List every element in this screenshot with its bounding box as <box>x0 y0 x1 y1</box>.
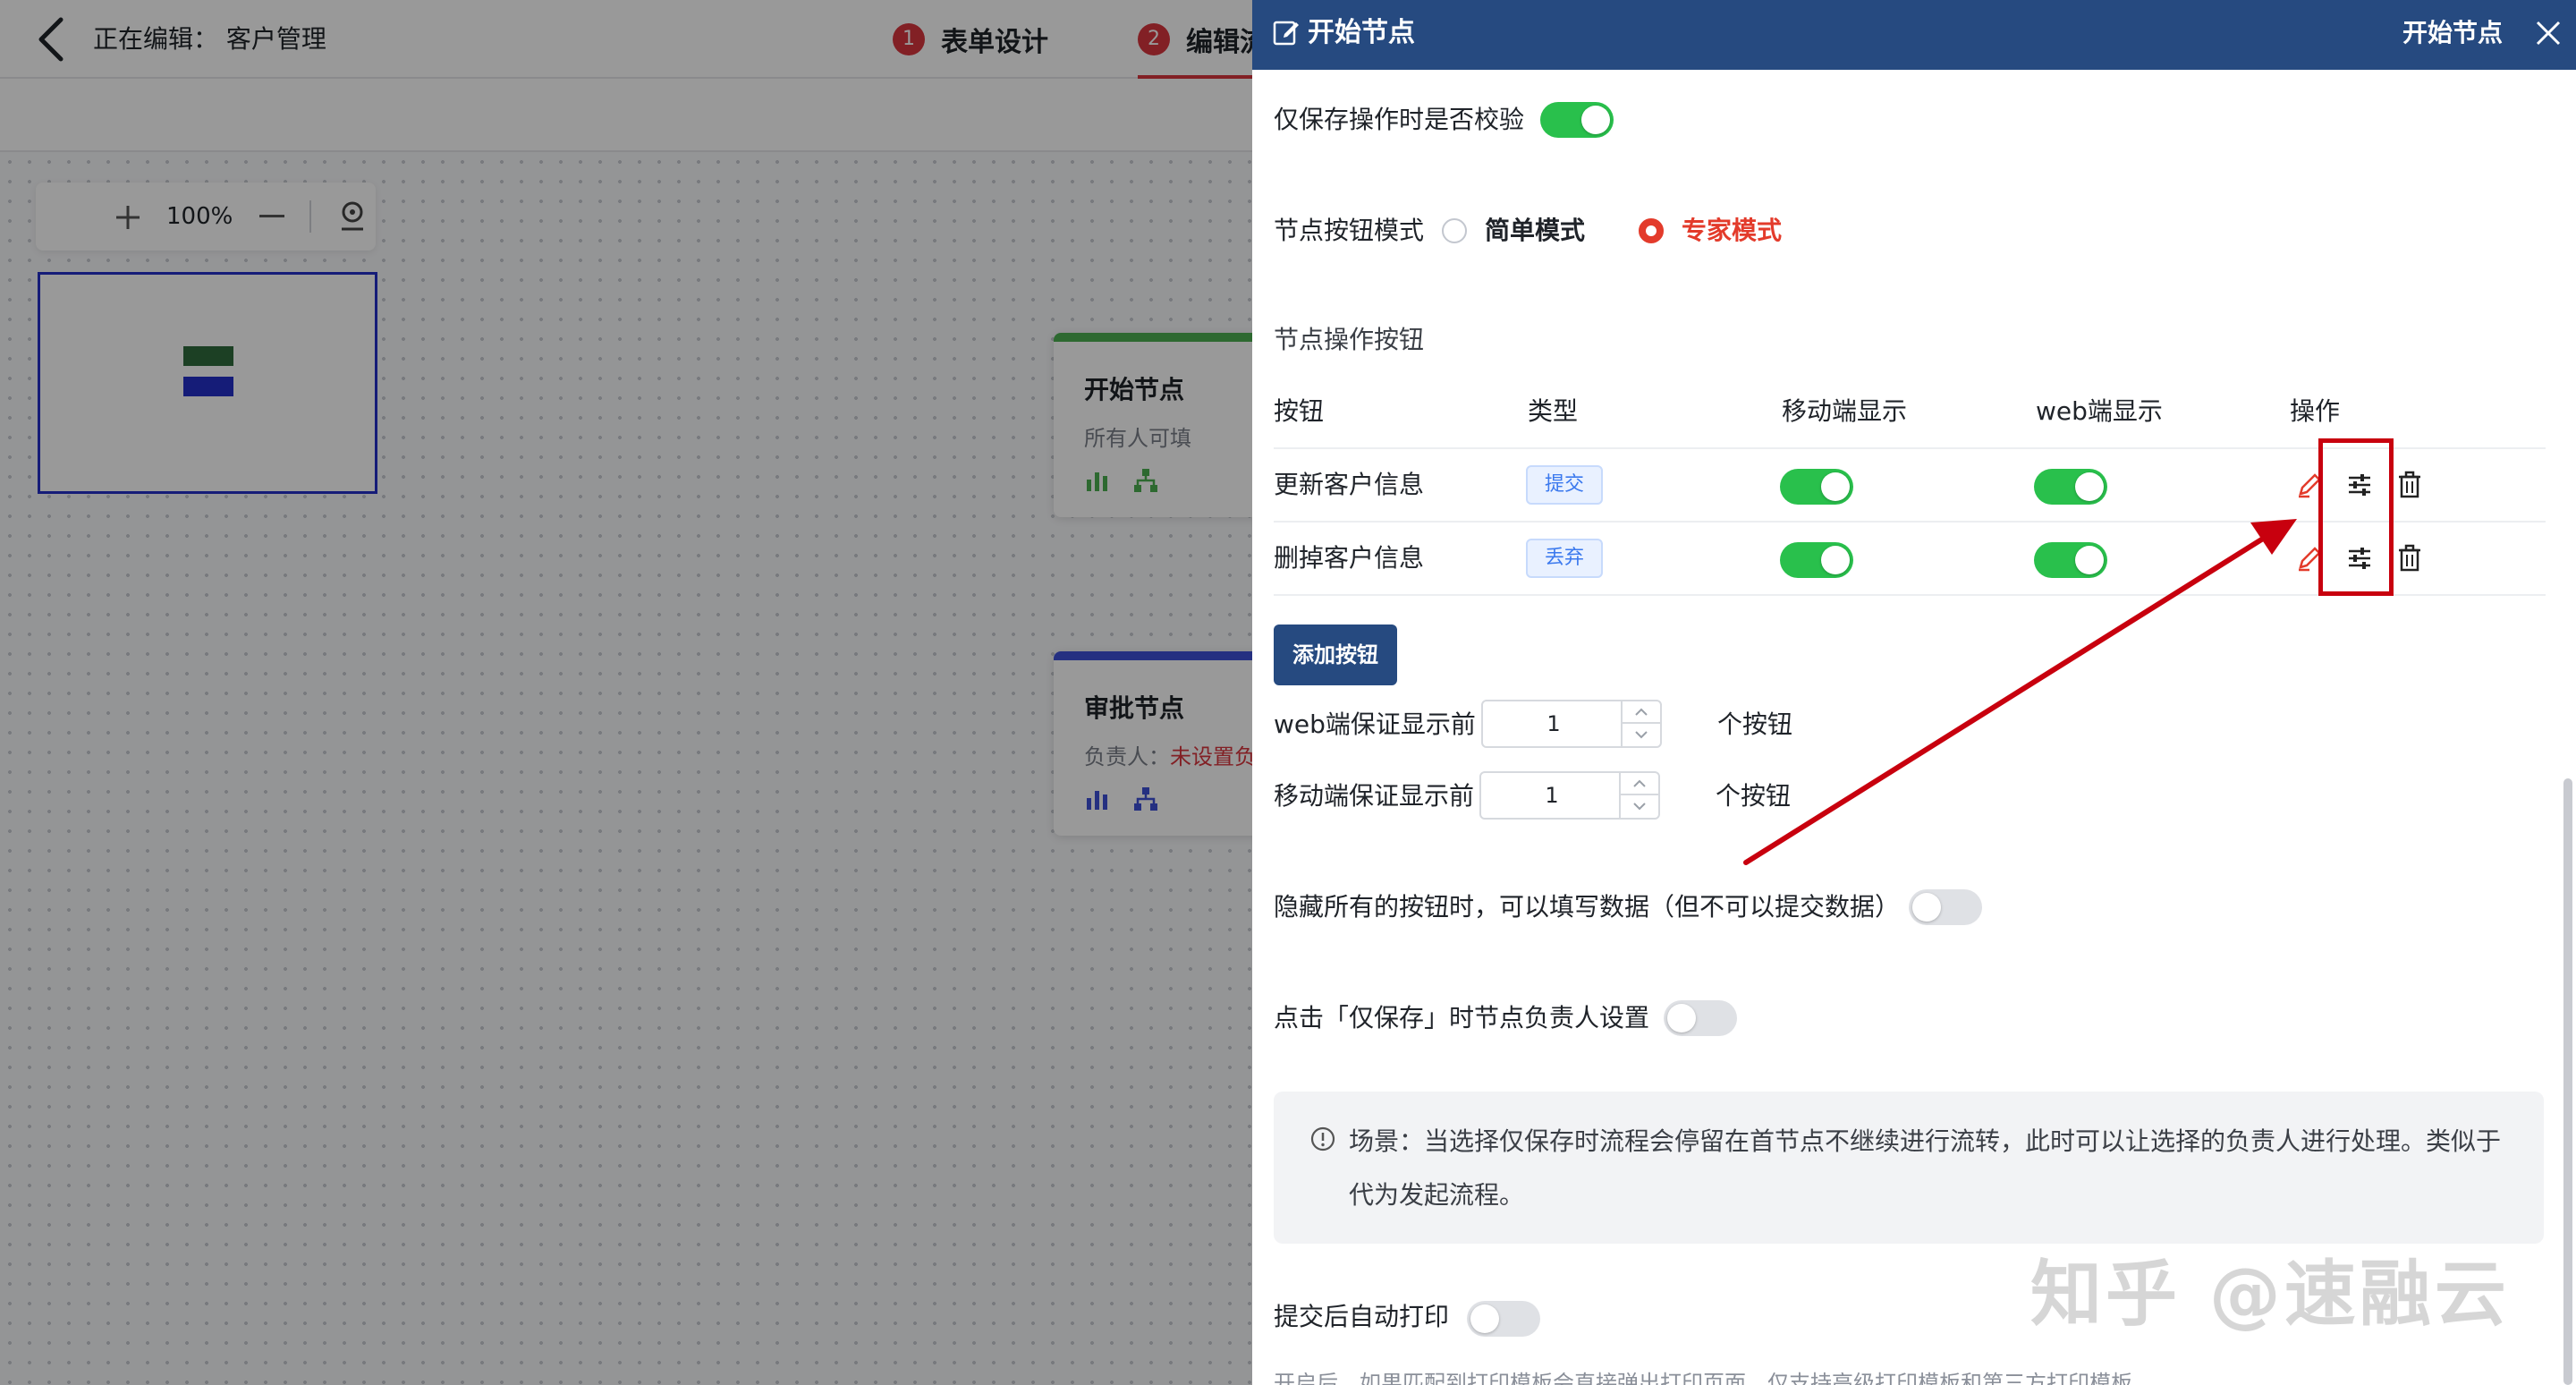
info-icon <box>1310 1126 1335 1151</box>
trash-icon[interactable] <box>2395 544 2424 573</box>
radio-simple-mode[interactable] <box>1442 218 1467 243</box>
stepper-arrows <box>1619 773 1658 818</box>
auto-print-label: 提交后自动打印 <box>1274 1302 1450 1331</box>
section-title: 节点操作按钮 <box>1274 325 1425 354</box>
mobile-guarantee-stepper[interactable] <box>1479 771 1662 820</box>
button-mode-label: 节点按钮模式 <box>1274 216 1425 245</box>
stepper-up-icon[interactable] <box>1621 773 1658 795</box>
type-tag-discard: 丢弃 <box>1526 539 1603 578</box>
trash-icon[interactable] <box>2395 471 2424 499</box>
row-button-name: 删掉客户信息 <box>1274 543 1425 573</box>
save-assignee-label: 点击「仅保存」时节点负责人设置 <box>1274 1003 1650 1032</box>
web-display-toggle[interactable] <box>2034 542 2107 578</box>
web-guarantee-stepper[interactable] <box>1481 700 1664 748</box>
web-guarantee-label: web端保证显示前 <box>1274 709 1476 739</box>
web-guarantee-suffix: 个按钮 <box>1717 709 1793 739</box>
stepper-down-icon[interactable] <box>1621 795 1658 818</box>
table-header-button: 按钮 <box>1274 396 1325 426</box>
toggle-knob <box>1470 1304 1499 1333</box>
stepper-up-icon[interactable] <box>1623 701 1660 724</box>
table-header-mobile: 移动端显示 <box>1782 396 1908 426</box>
web-display-toggle[interactable] <box>2034 469 2107 505</box>
mobile-guarantee-label: 移动端保证显示前 <box>1274 781 1475 811</box>
mobile-display-toggle[interactable] <box>1780 469 1853 505</box>
row-button-name: 更新客户信息 <box>1274 470 1425 499</box>
toggle-knob <box>1821 546 1850 574</box>
toggle-knob <box>1912 893 1941 922</box>
close-icon[interactable] <box>2533 18 2563 48</box>
toggle-knob <box>2075 546 2104 574</box>
info-box: 场景：当选择仅保存时流程会停留在首节点不继续进行流转，此时可以让选择的负责人进行… <box>1274 1092 2544 1244</box>
expert-mode-label[interactable]: 专家模式 <box>1682 213 1782 249</box>
toggle-knob <box>1667 1004 1696 1032</box>
drawer-scrollbar[interactable] <box>2563 778 2572 1385</box>
simple-mode-label[interactable]: 简单模式 <box>1485 213 1585 249</box>
toggle-knob <box>1821 472 1850 501</box>
drawer-title: 开始节点 <box>1308 17 1415 48</box>
radio-expert-mode[interactable] <box>1639 218 1664 243</box>
auto-print-toggle[interactable] <box>1467 1301 1540 1337</box>
watermark: 知乎 @速融云 <box>2030 1253 2510 1336</box>
auto-print-description: 开启后，如果匹配到打印模板会直接弹出打印页面，仅支持高级打印模板和第三方打印模板 <box>1274 1371 2132 1385</box>
drawer-header: 开始节点 开始节点 <box>1252 0 2576 70</box>
validate-on-save-label: 仅保存操作时是否校验 <box>1274 105 1525 134</box>
type-tag-submit: 提交 <box>1526 465 1603 505</box>
stepper-arrows <box>1621 701 1660 746</box>
mobile-display-toggle[interactable] <box>1780 542 1853 578</box>
stepper-down-icon[interactable] <box>1623 724 1660 746</box>
table-header-type: 类型 <box>1528 396 1579 426</box>
add-button[interactable]: 添加按钮 <box>1274 625 1397 685</box>
toggle-knob <box>2075 472 2104 501</box>
mobile-guarantee-suffix: 个按钮 <box>1716 781 1792 811</box>
annotation-highlight-box <box>2318 438 2394 596</box>
drawer-title-right: 开始节点 <box>2402 18 2504 47</box>
hide-all-label: 隐藏所有的按钮时，可以填写数据（但不可以提交数据） <box>1274 892 1901 922</box>
edit-icon <box>1273 21 1299 46</box>
save-assignee-toggle[interactable] <box>1664 1000 1737 1036</box>
hide-all-toggle[interactable] <box>1909 889 1982 925</box>
toggle-knob <box>1581 106 1610 134</box>
info-text: 场景：当选择仅保存时流程会停留在首节点不继续进行流转，此时可以让选择的负责人进行… <box>1349 1126 2502 1210</box>
table-header-actions: 操作 <box>2290 396 2341 426</box>
table-header-web: web端显示 <box>2036 396 2163 426</box>
modal-overlay[interactable] <box>0 0 1252 1385</box>
validate-on-save-toggle[interactable] <box>1540 102 1614 138</box>
